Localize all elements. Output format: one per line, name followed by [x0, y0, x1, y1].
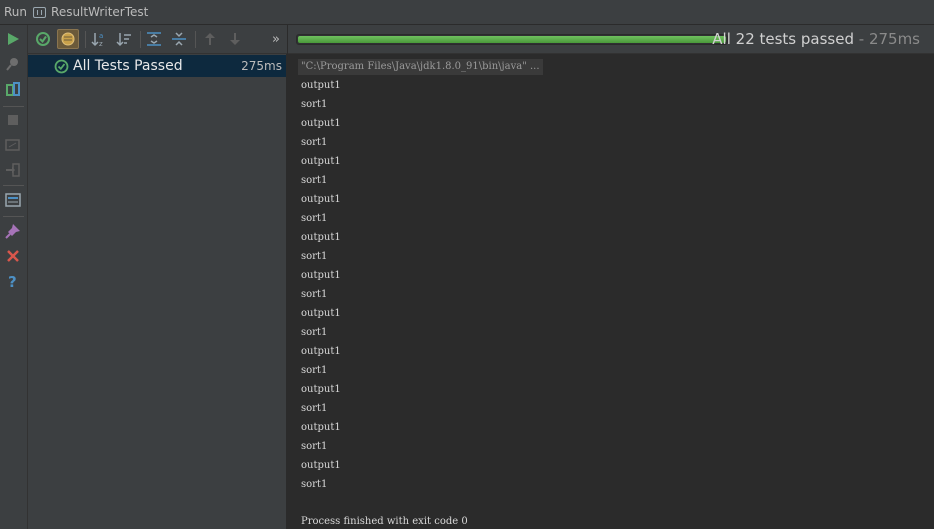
stop-icon[interactable]: [4, 111, 22, 129]
console-line: sort1: [301, 99, 328, 110]
tree-root-time: 275ms: [241, 59, 282, 73]
console-line: sort1: [301, 327, 328, 338]
console-line: output1: [301, 80, 341, 91]
collapse-all-icon[interactable]: [170, 30, 188, 48]
console-line: sort1: [301, 213, 328, 224]
prev-failed-icon[interactable]: [201, 30, 219, 48]
test-tree-toolbar: az »: [28, 25, 287, 54]
close-icon[interactable]: [4, 247, 22, 265]
test-status-text: All 22 tests passed - 275ms: [712, 30, 920, 48]
left-toolbar: ?: [0, 25, 28, 529]
show-passed-icon[interactable]: [34, 30, 52, 48]
console-line: output1: [301, 460, 341, 471]
tree-root-node[interactable]: All Tests Passed 275ms: [28, 55, 286, 77]
console-line: output1: [301, 118, 341, 129]
console-line: sort1: [301, 137, 328, 148]
console-line: sort1: [301, 479, 328, 490]
run-tool-window-title-bar: Run ResultWriterTest: [0, 0, 934, 25]
console-line: sort1: [301, 289, 328, 300]
test-progress-bar: [296, 34, 728, 45]
console-line: output1: [301, 422, 341, 433]
test-tree: All Tests Passed 275ms: [28, 54, 287, 529]
run-configuration-icon: [33, 6, 47, 18]
passed-check-icon: [54, 59, 69, 74]
tree-root-label: All Tests Passed: [73, 58, 183, 74]
status-separator: -: [853, 30, 869, 48]
console-line: output1: [301, 232, 341, 243]
console-line: output1: [301, 308, 341, 319]
test-progress-fill: [298, 36, 726, 43]
svg-text:z: z: [99, 40, 103, 47]
expand-all-icon[interactable]: [145, 30, 163, 48]
console-line: sort1: [301, 251, 328, 262]
show-ignored-icon[interactable]: [57, 29, 79, 49]
svg-text:?: ?: [8, 273, 17, 289]
console-line: sort1: [301, 403, 328, 414]
console-command-line[interactable]: "C:\Program Files\Java\jdk1.8.0_91\bin\j…: [298, 59, 543, 75]
pin-tab-icon[interactable]: [4, 222, 22, 240]
status-duration: 275ms: [868, 30, 920, 48]
run-label: Run: [4, 5, 28, 19]
console-line: sort1: [301, 365, 328, 376]
layout-icon[interactable]: [4, 191, 22, 209]
run-configuration-name[interactable]: ResultWriterTest: [51, 5, 148, 19]
sort-duration-icon[interactable]: [115, 30, 133, 48]
more-icon[interactable]: »: [267, 30, 285, 48]
restore-layout-icon[interactable]: [4, 136, 22, 154]
status-summary: All 22 tests passed: [712, 30, 854, 48]
play-icon[interactable]: [4, 30, 22, 48]
console-line: output1: [301, 270, 341, 281]
exit-icon[interactable]: [4, 161, 22, 179]
console-line: sort1: [301, 441, 328, 452]
next-failed-icon[interactable]: [226, 30, 244, 48]
pin-icon[interactable]: [4, 55, 22, 73]
help-icon[interactable]: ?: [4, 272, 22, 290]
console-line: output1: [301, 194, 341, 205]
console-line: output1: [301, 384, 341, 395]
console-output[interactable]: "C:\Program Files\Java\jdk1.8.0_91\bin\j…: [288, 54, 934, 529]
console-line: output1: [301, 346, 341, 357]
rerun-failed-icon[interactable]: [4, 80, 22, 98]
test-status-bar: All 22 tests passed - 275ms: [288, 25, 934, 54]
console-finish-line: Process finished with exit code 0: [301, 516, 468, 527]
console-line: output1: [301, 156, 341, 167]
sort-alpha-icon[interactable]: az: [90, 30, 108, 48]
console-line: sort1: [301, 175, 328, 186]
svg-text:a: a: [99, 32, 103, 40]
